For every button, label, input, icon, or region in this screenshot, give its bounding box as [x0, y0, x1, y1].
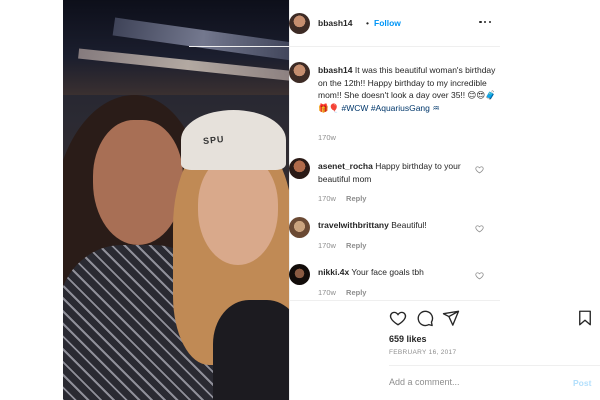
add-comment-bar: Post	[389, 365, 600, 400]
comment-text-block: asenet_rocha Happy birthday to your beau…	[318, 160, 466, 185]
comment-text-block: travelwithbrittany Beautiful!	[318, 219, 466, 232]
comment-text-block: nikki.4x Your face goals tbh	[318, 266, 466, 279]
woman-right-face	[198, 155, 278, 265]
add-comment-input[interactable]	[389, 377, 559, 387]
header-separator: •	[366, 18, 369, 28]
comment-meta: 170w Reply	[318, 241, 366, 250]
comment-timestamp: 170w	[318, 194, 336, 203]
commenter-avatar[interactable]	[289, 217, 310, 238]
comment-timestamp: 170w	[318, 288, 336, 297]
woman-right-coat	[213, 300, 289, 400]
caption-author-avatar[interactable]	[289, 62, 310, 83]
actions-divider	[289, 300, 500, 301]
follow-button[interactable]: Follow	[374, 18, 401, 28]
post-actions	[389, 309, 594, 327]
heart-icon[interactable]	[389, 309, 407, 327]
commenter-username[interactable]: asenet_rocha	[318, 161, 373, 171]
caption-hashtags[interactable]: #WCW #AquariusGang ♒	[342, 103, 440, 113]
author-username[interactable]: bbash14	[318, 18, 353, 28]
comment-body: Your face goals tbh	[351, 267, 424, 277]
commenter-avatar[interactable]	[289, 158, 310, 179]
reply-button[interactable]: Reply	[346, 194, 366, 203]
comment-like-heart-icon[interactable]	[475, 165, 484, 174]
caption-text-block: bbash14 It was this beautiful woman's bi…	[318, 64, 498, 114]
bookmark-icon[interactable]	[576, 309, 594, 327]
author-avatar[interactable]	[289, 13, 310, 34]
post-date: FEBRUARY 16, 2017	[389, 349, 457, 356]
comment-body: Beautiful!	[391, 220, 427, 230]
commenter-username[interactable]: travelwithbrittany	[318, 220, 389, 230]
post-header: bbash14 • Follow	[189, 0, 500, 47]
comment-meta: 170w Reply	[318, 194, 366, 203]
caption-timestamp: 170w	[318, 133, 336, 142]
caption-username[interactable]: bbash14	[318, 65, 353, 75]
comment-icon[interactable]	[416, 309, 434, 327]
commenter-avatar[interactable]	[289, 264, 310, 285]
comment-like-heart-icon[interactable]	[475, 224, 484, 233]
likes-count[interactable]: 659 likes	[389, 334, 427, 344]
reply-button[interactable]: Reply	[346, 241, 366, 250]
commenter-username[interactable]: nikki.4x	[318, 267, 349, 277]
reply-button[interactable]: Reply	[346, 288, 366, 297]
paper-plane-icon[interactable]	[442, 309, 460, 327]
post-comment-button[interactable]: Post	[573, 378, 591, 388]
post-photo[interactable]: SPU	[63, 0, 289, 400]
comment-timestamp: 170w	[318, 241, 336, 250]
beanie-hat	[181, 110, 286, 170]
more-options-icon[interactable]	[479, 16, 491, 28]
comment-like-heart-icon[interactable]	[475, 271, 484, 280]
comment-meta: 170w Reply	[318, 288, 366, 297]
woman-left-face	[93, 120, 183, 245]
